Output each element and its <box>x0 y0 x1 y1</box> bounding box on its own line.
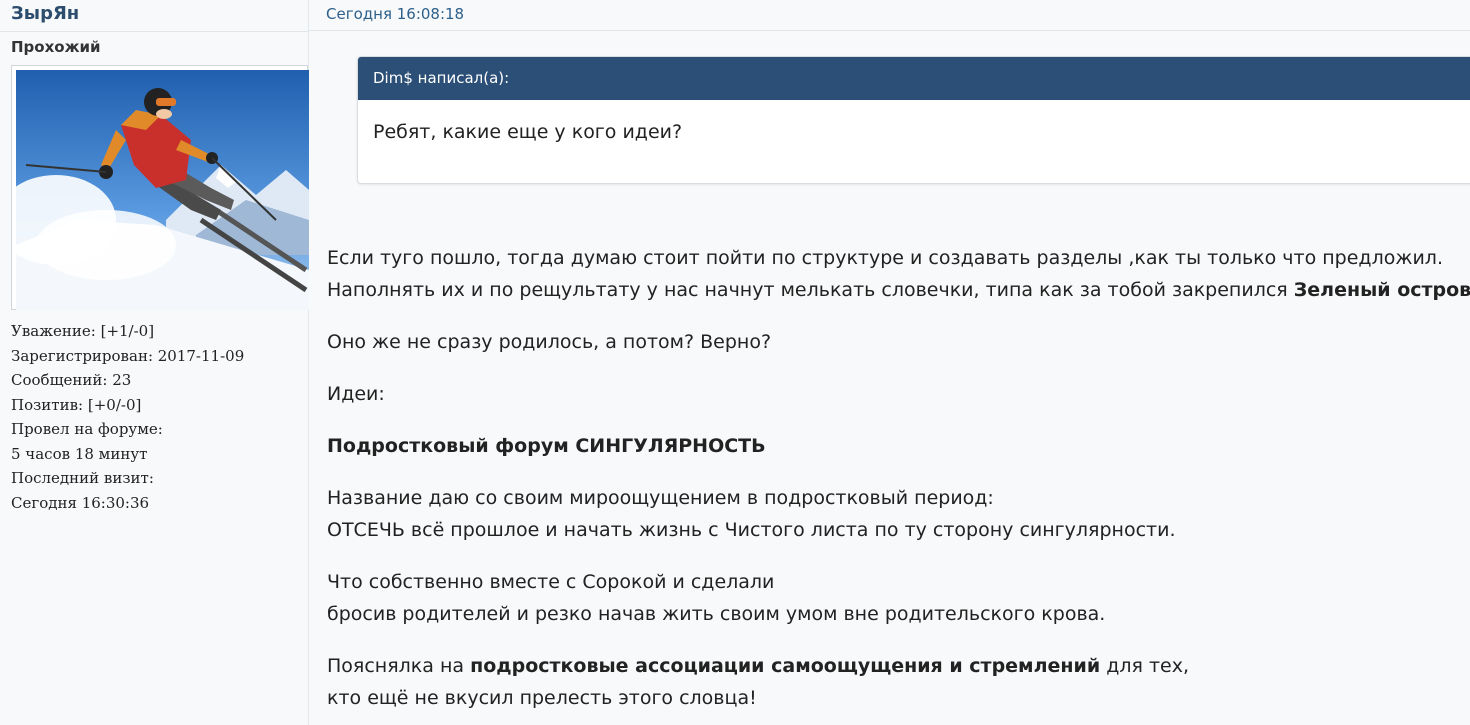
bold-text: подростковые ассоциации самоощущения и с… <box>470 655 1101 677</box>
stat-time-value: 5 часов 18 минут <box>11 444 148 463</box>
paragraph: Оно же не сразу родилось, а потом? Верно… <box>327 326 1467 358</box>
text-line: Что собственно вместе с Сорокой и сделал… <box>327 571 775 593</box>
post-header: Сегодня 16:08:18 <box>309 0 1470 31</box>
bold-heading: Подростковый форум СИНГУЛЯРНОСТЬ <box>327 435 766 457</box>
text-line: бросив родителей и резко начав жить свои… <box>327 603 1106 625</box>
paragraph: Пояснялка на подростковые ассоциации сам… <box>327 650 1467 714</box>
stat-registered: Зарегистрирован: 2017-11-09 <box>11 346 245 365</box>
text-line: Наполнять их и по рещультату у нас начну… <box>327 279 1294 301</box>
quote-text: Ребят, какие еще у кого идеи? <box>373 121 683 143</box>
quote-block: Dim$ написал(а): Ребят, какие еще у кого… <box>357 56 1470 184</box>
stat-positive: Позитив: [+0/-0] <box>11 395 142 414</box>
text-line: ОТСЕЧЬ всё прошлое и начать жизнь с Чист… <box>327 519 1176 541</box>
stat-respect: Уважение: [+1/-0] <box>11 322 155 340</box>
avatar <box>11 65 309 310</box>
text-line: для тех, <box>1100 655 1189 677</box>
text-line: Оно же не сразу родилось, а потом? Верно… <box>327 331 772 353</box>
stat-time-label: Провел на форуме: <box>11 420 163 438</box>
post-date-link[interactable]: Сегодня 16:08:18 <box>326 5 464 23</box>
paragraph: Если туго пошло, тогда думаю стоит пойти… <box>327 242 1470 306</box>
author-rank: Прохожий <box>11 38 101 56</box>
text-line: кто ещё не вкусил прелесть этого словца! <box>327 687 757 709</box>
forum-post: ЗырЯн Прохожий Уважение: [+1/-0] Зарегис… <box>0 0 1470 725</box>
text-line: Если туго пошло, тогда думаю стоит пойти… <box>327 247 1443 269</box>
author-panel: ЗырЯн Прохожий Уважение: [+1/-0] Зарегис… <box>0 0 309 725</box>
text-line: Идеи: <box>327 383 385 405</box>
author-name-link[interactable]: ЗырЯн <box>11 3 79 24</box>
divider <box>0 31 308 32</box>
post-text: Если туго пошло, тогда думаю стоит пойти… <box>327 242 1470 725</box>
text-line: Пояснялка на <box>327 655 471 677</box>
post-content-panel: Сегодня 16:08:18 Dim$ написал(а): Ребят,… <box>309 0 1470 725</box>
text-line: Название даю со своим мироощущением в по… <box>327 487 994 509</box>
paragraph: Подростковый форум СИНГУЛЯРНОСТЬ <box>327 430 1467 462</box>
skier-avatar-image <box>16 70 309 310</box>
stat-last-visit-label: Последний визит: <box>11 469 154 487</box>
author-stats: Уважение: [+1/-0] Зарегистрирован: 2017-… <box>11 319 244 515</box>
quote-author: Dim$ написал(а): <box>358 57 1470 100</box>
paragraph: Что собственно вместе с Сорокой и сделал… <box>327 566 1467 630</box>
paragraph: Название даю со своим мироощущением в по… <box>327 482 1467 546</box>
stat-last-visit-value: Сегодня 16:30:36 <box>11 493 150 512</box>
paragraph: Идеи: <box>327 378 1467 410</box>
bold-text: Зеленый остров. <box>1293 279 1470 301</box>
stat-messages: Сообщений: 23 <box>11 371 132 389</box>
